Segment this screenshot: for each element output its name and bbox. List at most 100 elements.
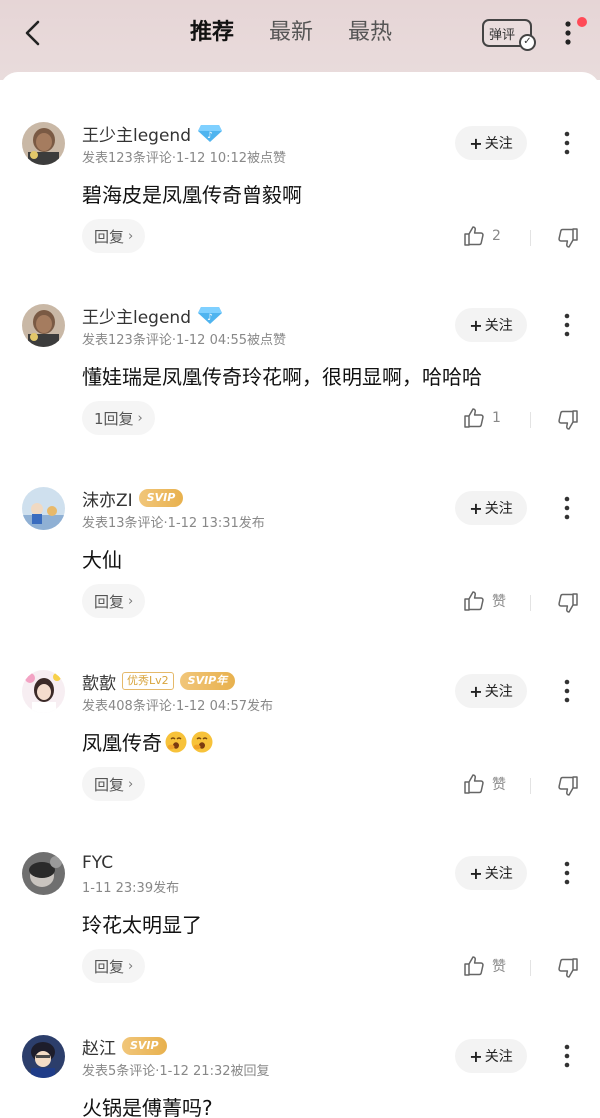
divider [530, 595, 531, 611]
username[interactable]: 王少主legend [82, 121, 191, 146]
chevron-right-icon: › [128, 958, 134, 974]
danmu-comment-button[interactable]: 弹评 ✓ [482, 19, 536, 51]
tab-latest[interactable]: 最新 [269, 14, 313, 52]
divider [530, 778, 531, 794]
follow-button[interactable]: + 关注 [455, 856, 527, 890]
comment-more-icon[interactable] [562, 678, 572, 704]
comment-item: 沫亦ZI SVIP 发表13条评论·1-12 13:31发布 + 关注 大仙 回复… [0, 437, 600, 619]
svip-badge: SVIP年 [179, 672, 236, 690]
comment-content: 凤凰传奇 [82, 727, 214, 756]
comment-item: 王少主legend ♪ 发表123条评论·1-12 10:12被点赞 + 关注 碧… [0, 72, 600, 254]
like-button[interactable]: 赞 [462, 772, 506, 796]
reply-label: 回复 [94, 592, 125, 611]
comment-item: 歖歖 优秀Lv2 SVIP年 发表408条评论·1-12 04:57发布 + 关注… [0, 620, 600, 802]
thumbs-up-icon [464, 774, 484, 794]
avatar[interactable] [22, 670, 65, 713]
reply-label: 回复 [94, 775, 125, 794]
dislike-button[interactable] [556, 226, 580, 254]
follow-button[interactable]: + 关注 [455, 674, 527, 708]
comment-more-icon[interactable] [562, 130, 572, 156]
check-icon: ✓ [519, 34, 536, 51]
yawn-emoji-icon [191, 731, 213, 752]
reply-button[interactable]: 回复 › [82, 767, 146, 801]
comment-more-icon[interactable] [562, 860, 572, 886]
tab-hottest[interactable]: 最热 [348, 14, 392, 52]
thumbs-down-icon [558, 410, 578, 430]
svip-badge: SVIP [138, 489, 184, 507]
avatar[interactable] [22, 487, 65, 530]
reply-button[interactable]: 回复 › [82, 219, 146, 253]
comment-meta: 发表123条评论·1-12 04:55被点赞 [82, 333, 287, 348]
svg-text:♪: ♪ [207, 313, 213, 323]
username[interactable]: 沫亦ZI [82, 486, 133, 511]
chevron-right-icon: › [128, 776, 134, 792]
comment-text: 凤凰传奇 [82, 731, 162, 755]
name-row: FYC [82, 851, 113, 875]
dislike-button[interactable] [556, 408, 580, 436]
dislike-button[interactable] [556, 774, 580, 802]
comment-text: 懂娃瑞是凤凰传奇玲花啊，很明显啊，哈哈哈 [82, 365, 482, 389]
chevron-right-icon: › [128, 593, 134, 609]
dislike-button[interactable] [556, 591, 580, 619]
like-count: 1 [492, 410, 501, 426]
username[interactable]: 王少主legend [82, 303, 191, 328]
avatar[interactable] [22, 304, 65, 347]
follow-button[interactable]: + 关注 [455, 308, 527, 342]
avatar[interactable] [22, 1035, 65, 1078]
sort-tabs: 推荐 最新 最热 [190, 14, 392, 52]
name-row: 歖歖 优秀Lv2 SVIP年 [82, 669, 236, 694]
comment-more-icon[interactable] [562, 1043, 572, 1069]
follow-label: 关注 [484, 136, 513, 152]
name-row: 沫亦ZI SVIP [82, 486, 184, 511]
comment-meta: 发表123条评论·1-12 10:12被点赞 [82, 151, 287, 166]
comment-text: 碧海皮是凤凰传奇曾毅啊 [82, 183, 302, 207]
dislike-button[interactable] [556, 956, 580, 984]
reply-label: 回复 [94, 957, 125, 976]
comment-meta: 发表13条评论·1-12 13:31发布 [82, 516, 265, 531]
name-row: 王少主legend ♪ [82, 121, 223, 146]
reply-label: 1回复 [94, 409, 134, 428]
like-button[interactable]: 2 [462, 224, 501, 248]
username[interactable]: 歖歖 [82, 669, 116, 694]
back-icon[interactable] [18, 16, 48, 50]
username[interactable]: 赵江 [82, 1034, 116, 1059]
reply-button[interactable]: 回复 › [82, 584, 146, 618]
comment-more-icon[interactable] [562, 495, 572, 521]
thumbs-up-icon [464, 956, 484, 976]
notification-dot [577, 17, 587, 27]
follow-button[interactable]: + 关注 [455, 1039, 527, 1073]
reply-button[interactable]: 回复 › [82, 949, 146, 983]
tab-recommend[interactable]: 推荐 [190, 14, 234, 52]
thumbs-up-icon [464, 408, 484, 428]
thumbs-up-icon [464, 226, 484, 246]
comment-meta: 1-11 23:39发布 [82, 881, 180, 896]
comment-item: 王少主legend ♪ 发表123条评论·1-12 04:55被点赞 + 关注 懂… [0, 254, 600, 436]
like-button[interactable]: 1 [462, 406, 501, 430]
follow-label: 关注 [484, 501, 513, 517]
thumbs-down-icon [558, 958, 578, 978]
comment-more-icon[interactable] [562, 312, 572, 338]
follow-label: 关注 [484, 318, 513, 334]
avatar[interactable] [22, 122, 65, 165]
username[interactable]: FYC [82, 853, 113, 873]
diamond-vip-icon: ♪ [198, 307, 222, 324]
reply-button[interactable]: 1回复 › [82, 401, 155, 435]
chevron-right-icon: › [128, 228, 134, 244]
like-button[interactable]: 赞 [462, 954, 506, 978]
svg-text:♪: ♪ [207, 131, 213, 141]
like-button[interactable]: 赞 [462, 589, 506, 613]
follow-label: 关注 [484, 684, 513, 700]
diamond-vip-icon: ♪ [198, 125, 222, 142]
follow-button[interactable]: + 关注 [455, 491, 527, 525]
comment-item: FYC 1-11 23:39发布 + 关注 玲花太明显了 回复 › 赞 [0, 802, 600, 984]
avatar[interactable] [22, 852, 65, 895]
comment-item: 赵江 SVIP 发表5条评论·1-12 21:32被回复 + 关注 火锅是傅菁吗? [0, 985, 600, 1118]
yawn-emoji-icon [165, 731, 187, 752]
level-badge: 优秀Lv2 [122, 672, 174, 690]
more-options-icon[interactable] [562, 19, 574, 47]
follow-button[interactable]: + 关注 [455, 126, 527, 160]
follow-label: 关注 [484, 1049, 513, 1065]
name-row: 王少主legend ♪ [82, 303, 223, 328]
like-count: 2 [492, 228, 501, 244]
follow-label: 关注 [484, 866, 513, 882]
